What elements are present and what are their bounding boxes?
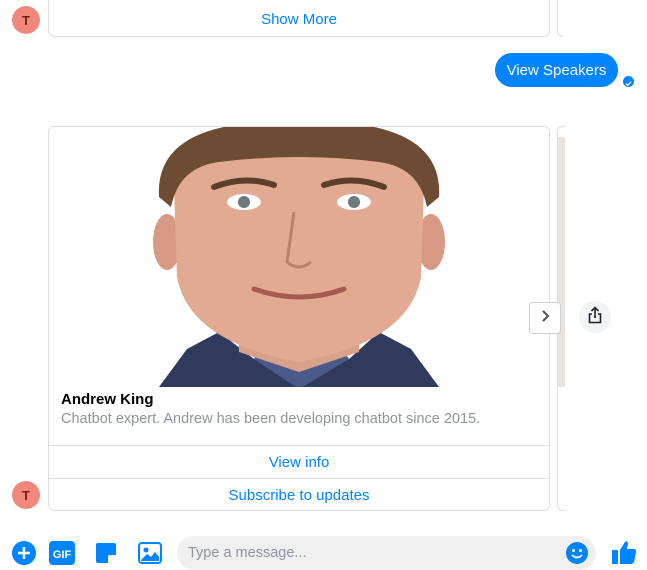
share-icon xyxy=(587,305,603,329)
subscribe-button[interactable]: Subscribe to updates xyxy=(49,478,549,510)
avatar-initial: T xyxy=(22,487,30,503)
plus-icon[interactable] xyxy=(11,540,37,566)
speaker-card: Andrew King Chatbot expert. Andrew has b… xyxy=(48,126,550,511)
bot-avatar: T xyxy=(12,481,40,509)
photo-icon[interactable] xyxy=(137,540,163,566)
speaker-photo xyxy=(49,127,549,387)
seen-check-icon xyxy=(623,76,634,87)
outgoing-message-bubble: View Speakers xyxy=(495,53,618,87)
message-box xyxy=(177,536,596,570)
chevron-right-icon xyxy=(538,309,552,328)
show-more-button[interactable]: Show More xyxy=(49,3,549,36)
bot-avatar: T xyxy=(12,6,40,34)
share-button[interactable] xyxy=(579,301,611,333)
message-input[interactable] xyxy=(188,545,548,561)
sticker-icon[interactable] xyxy=(93,540,119,566)
thumbs-up-icon[interactable] xyxy=(610,538,638,566)
previous-card-peek xyxy=(557,0,563,37)
speaker-description: Chatbot expert. Andrew has been developi… xyxy=(61,411,481,427)
previous-card: Show More xyxy=(48,0,550,37)
speaker-name: Andrew King xyxy=(61,391,154,408)
view-info-button[interactable]: View info xyxy=(49,445,549,478)
gif-icon[interactable]: GIF xyxy=(49,540,75,566)
emoji-icon[interactable] xyxy=(565,541,589,565)
gif-label: GIF xyxy=(53,549,72,561)
card-text-area: Andrew King Chatbot expert. Andrew has b… xyxy=(61,391,537,429)
avatar-initial: T xyxy=(22,12,30,28)
carousel-next-button[interactable] xyxy=(529,302,561,334)
